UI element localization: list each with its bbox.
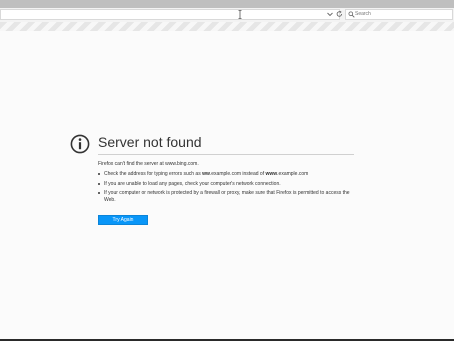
search-icon xyxy=(348,11,355,18)
loading-stripe-bar xyxy=(0,22,454,31)
title-divider xyxy=(98,154,354,155)
chevron-down-icon[interactable] xyxy=(326,10,334,18)
navigation-toolbar xyxy=(0,8,454,23)
suggestion-item: Check the address for typing errors such… xyxy=(98,171,350,178)
browser-window: Server not found Firefox can't find the … xyxy=(0,0,454,341)
try-again-button[interactable]: Try Again xyxy=(98,215,148,225)
reload-icon[interactable] xyxy=(336,10,343,18)
window-top-strip xyxy=(0,0,454,8)
suggestion-list: Check the address for typing errors such… xyxy=(98,171,350,206)
text-cursor-icon xyxy=(238,10,242,19)
info-icon xyxy=(70,134,90,154)
suggestion-item: If your computer or network is protected… xyxy=(98,190,350,203)
search-box[interactable] xyxy=(345,9,453,20)
error-description: Firefox can't find the server at www.bin… xyxy=(98,161,199,167)
url-bar[interactable] xyxy=(0,9,340,20)
search-input[interactable] xyxy=(355,10,450,19)
error-title: Server not found xyxy=(98,134,202,150)
suggestion-item: If you are unable to load any pages, che… xyxy=(98,181,350,188)
